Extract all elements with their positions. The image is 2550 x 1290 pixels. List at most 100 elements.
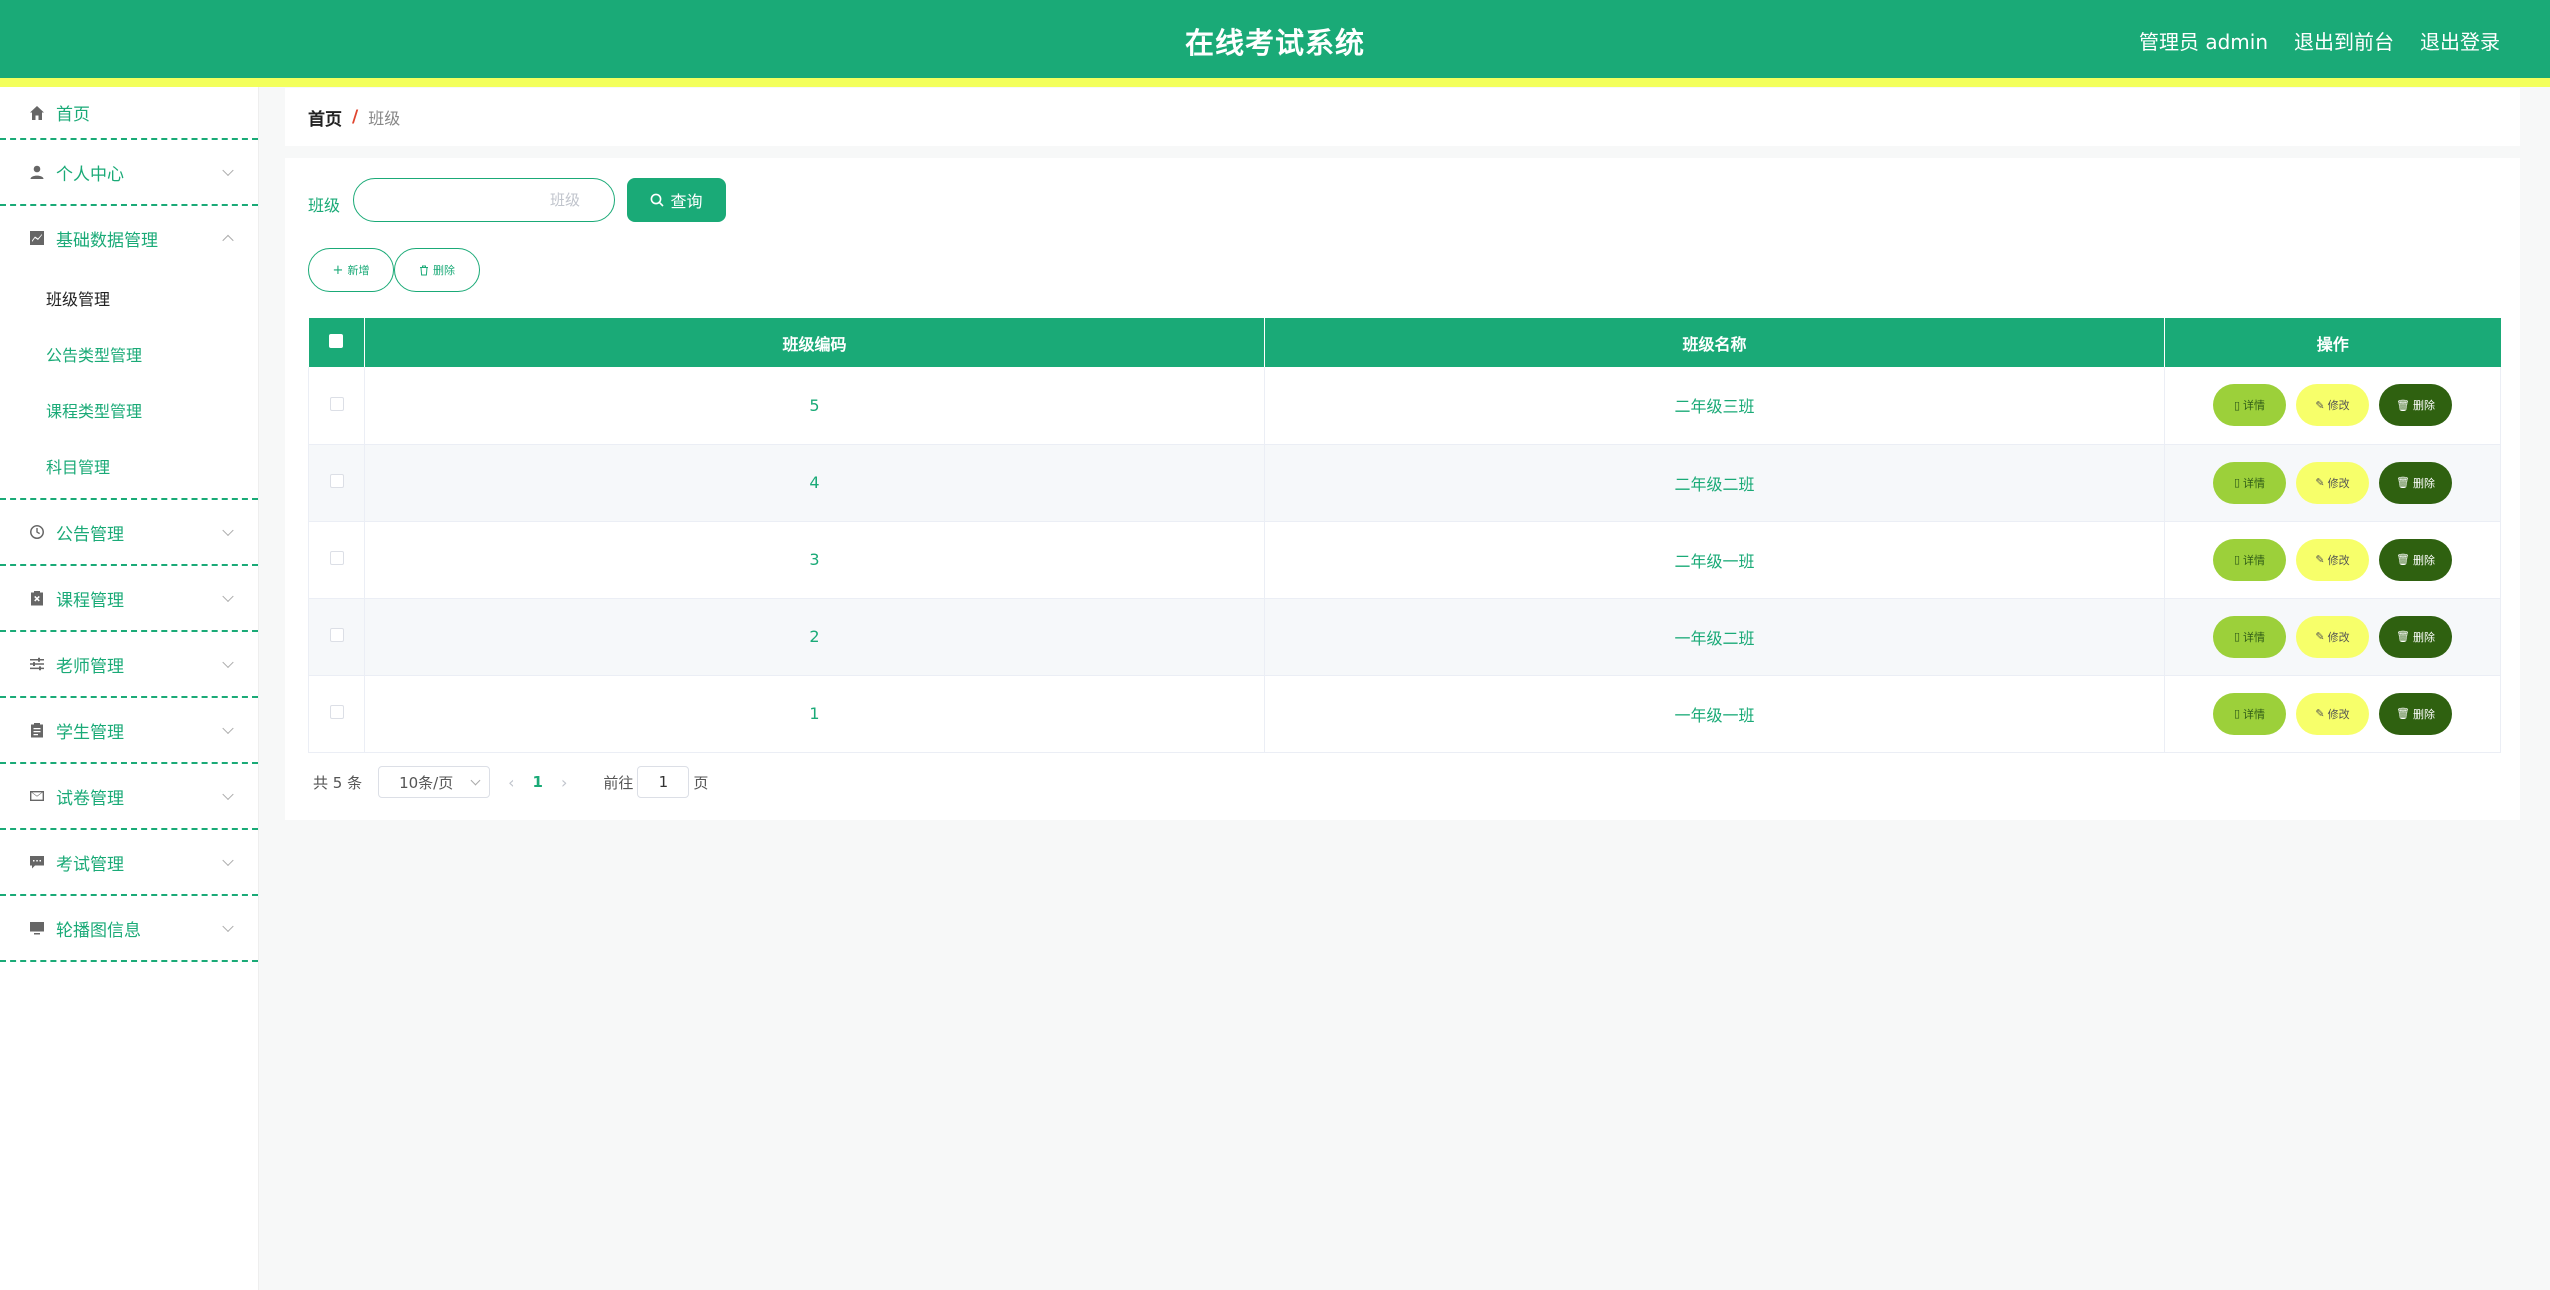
class-name-cell: 二年级三班 <box>1264 367 2165 444</box>
pencil-icon: ✎ <box>2315 398 2325 412</box>
breadcrumb-home[interactable]: 首页 <box>308 105 342 130</box>
sidebar-item-class-management[interactable]: 班级管理 <box>0 270 258 326</box>
pencil-icon: ✎ <box>2315 707 2325 720</box>
edit-button-label: 修改 <box>2327 476 2350 490</box>
delete-button[interactable]: 🗑 删除 <box>2379 538 2452 581</box>
detail-button[interactable]: ▯ 详情 <box>2213 692 2286 735</box>
column-header-name[interactable]: 班级名称 <box>1264 318 2165 367</box>
page-size-select[interactable]: 10条/页 <box>378 766 491 798</box>
clipboard-x-icon <box>28 589 46 607</box>
edit-button[interactable]: ✎ 修改 <box>2296 461 2369 504</box>
row-checkbox[interactable] <box>329 396 344 411</box>
row-actions: ▯ 详情 ✎ 修改 🗑 删除 <box>2164 444 2501 521</box>
detail-button-label: 详情 <box>2243 553 2266 567</box>
sidebar-item-label: 基础数据管理 <box>56 230 158 251</box>
sidebar-item-course-management[interactable]: 课程管理 <box>0 566 258 632</box>
chevron-down-icon <box>222 920 234 933</box>
sidebar-item-label: 试卷管理 <box>56 788 124 809</box>
plus-icon: + <box>332 262 344 278</box>
detail-button-label: 详情 <box>2243 476 2266 490</box>
edit-button[interactable]: ✎ 修改 <box>2296 692 2369 735</box>
detail-button[interactable]: ▯ 详情 <box>2213 615 2286 658</box>
table-row: 1 一年级一班 ▯ 详情 ✎ 修改 🗑 删除 <box>308 675 2501 752</box>
chevron-down-icon <box>222 788 234 801</box>
chevron-down-icon <box>222 854 234 867</box>
chart-icon <box>28 229 46 247</box>
trash-icon <box>420 265 428 275</box>
header-links: 管理员 admin 退出到前台 退出登录 <box>2139 26 2500 55</box>
logout-link[interactable]: 退出登录 <box>2420 26 2500 55</box>
trash-icon: 🗑 <box>2396 553 2410 566</box>
sidebar-item-paper-management[interactable]: 试卷管理 <box>0 764 258 830</box>
row-checkbox[interactable] <box>329 628 344 642</box>
class-code-cell: 5 <box>364 367 1265 444</box>
sidebar-item-subject-management[interactable]: 科目管理 <box>0 438 258 494</box>
delete-button-label: 删除 <box>2412 630 2435 644</box>
document-icon: ▯ <box>2233 476 2241 489</box>
row-checkbox[interactable] <box>329 551 344 565</box>
query-button[interactable]: 查询 <box>627 178 726 222</box>
delete-button[interactable]: 🗑 删除 <box>2379 692 2452 735</box>
delete-button-label: 删除 <box>2412 476 2435 490</box>
row-actions: ▯ 详情 ✎ 修改 🗑 删除 <box>2164 675 2501 752</box>
edit-button[interactable]: ✎ 修改 <box>2296 384 2369 427</box>
admin-user-label: 管理员 admin <box>2138 30 2268 54</box>
batch-delete-button[interactable]: 删除 <box>394 248 480 292</box>
page-size-value: 10条/页 <box>399 773 454 792</box>
class-code-cell: 2 <box>364 598 1265 675</box>
clock-icon <box>28 523 46 541</box>
sidebar-item-base-data[interactable]: 基础数据管理 <box>0 206 258 270</box>
prev-page-button[interactable]: ‹ <box>508 773 514 792</box>
search-label: 班级 <box>308 196 341 215</box>
sidebar-item-notice-type-management[interactable]: 公告类型管理 <box>0 326 258 382</box>
row-actions: ▯ 详情 ✎ 修改 🗑 删除 <box>2164 367 2501 444</box>
chevron-up-icon <box>222 234 234 247</box>
class-name-cell: 一年级二班 <box>1264 598 2165 675</box>
document-icon: ▯ <box>2233 553 2241 566</box>
delete-button[interactable]: 🗑 删除 <box>2379 461 2452 504</box>
detail-button-label: 详情 <box>2243 707 2266 721</box>
column-header-code[interactable]: 班级编码 <box>364 318 1265 367</box>
detail-button[interactable]: ▯ 详情 <box>2213 461 2286 504</box>
row-checkbox[interactable] <box>329 474 344 488</box>
sidebar-item-home[interactable]: 首页 <box>0 87 258 140</box>
top-header: 在线考试系统 管理员 admin 退出到前台 退出登录 <box>0 0 2550 87</box>
sidebar-item-exam-management[interactable]: 考试管理 <box>0 830 258 896</box>
monitor-icon <box>28 919 46 937</box>
edit-button-label: 修改 <box>2327 553 2350 567</box>
sidebar-item-teacher-management[interactable]: 老师管理 <box>0 632 258 698</box>
document-icon: ▯ <box>2233 398 2241 412</box>
pencil-icon: ✎ <box>2315 553 2325 566</box>
main-panel: 班级 查询 + 新增 删除 班级编码 班级名称 操作 5 二年级三班 <box>285 158 2520 820</box>
class-search-input[interactable] <box>353 178 615 222</box>
back-to-front-link[interactable]: 退出到前台 <box>2294 26 2394 55</box>
sidebar-item-notice-management[interactable]: 公告管理 <box>0 500 258 566</box>
sidebar-item-student-management[interactable]: 学生管理 <box>0 698 258 764</box>
sliders-icon <box>28 655 46 673</box>
delete-button[interactable]: 🗑 删除 <box>2379 615 2452 658</box>
next-page-button[interactable]: › <box>561 773 567 792</box>
mail-icon <box>28 787 46 805</box>
goto-page-input[interactable] <box>637 766 690 798</box>
edit-button-label: 修改 <box>2327 630 2350 644</box>
sidebar-item-personal-center[interactable]: 个人中心 <box>0 140 258 206</box>
chat-icon <box>28 853 46 871</box>
class-table: 班级编码 班级名称 操作 5 二年级三班 ▯ 详情 ✎ 修改 🗑 删除 4 二年级二班 <box>308 318 2501 753</box>
delete-button-label: 删除 <box>2412 707 2435 721</box>
sidebar-item-course-type-management[interactable]: 课程类型管理 <box>0 382 258 438</box>
sidebar-item-carousel-info[interactable]: 轮播图信息 <box>0 896 258 962</box>
detail-button[interactable]: ▯ 详情 <box>2213 384 2286 427</box>
page-number-current[interactable]: 1 <box>533 773 543 791</box>
add-button[interactable]: + 新增 <box>308 248 394 292</box>
edit-button[interactable]: ✎ 修改 <box>2296 615 2369 658</box>
pencil-icon: ✎ <box>2315 476 2325 489</box>
select-all-checkbox[interactable] <box>329 334 344 348</box>
edit-button[interactable]: ✎ 修改 <box>2296 538 2369 581</box>
home-icon <box>28 104 46 122</box>
batch-delete-label: 删除 <box>433 264 455 277</box>
goto-label: 前往 <box>603 773 634 792</box>
row-checkbox[interactable] <box>329 705 344 719</box>
delete-button[interactable]: 🗑 删除 <box>2379 384 2452 427</box>
detail-button[interactable]: ▯ 详情 <box>2213 538 2286 581</box>
table-header-row: 班级编码 班级名称 操作 <box>308 318 2501 367</box>
